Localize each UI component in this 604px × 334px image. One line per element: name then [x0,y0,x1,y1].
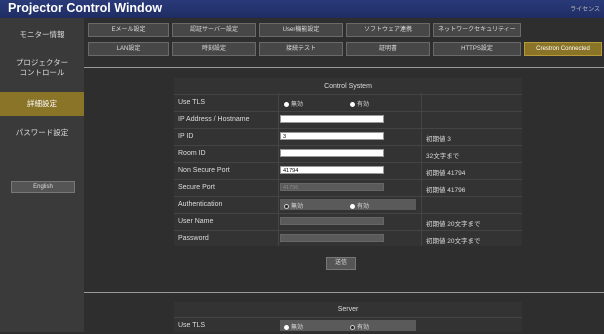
radio-dot-icon [284,325,289,330]
room-id-note: 32文字まで [426,153,460,160]
radio-label: 無効 [291,102,304,108]
tab-lan[interactable]: LAN設定 [88,42,169,56]
non-secure-port-label: Non Secure Port [178,167,230,174]
sidebar-item-password-settings[interactable]: パスワード設定 [0,128,84,138]
non-secure-port-row: Non Secure Port 41794 初期値 41794 [174,162,522,179]
user-name-note: 初期値 20文字まで [426,221,481,228]
server-use-tls-on-radio[interactable]: 有効 [350,322,369,331]
tab-connection-test[interactable]: 接続テスト [259,42,343,56]
secure-port-input: 41796 [280,183,384,191]
tab-certificate[interactable]: 証明書 [346,42,430,56]
radio-label: 有効 [357,102,370,108]
server-use-tls-radio-group: 無効 有効 [280,320,416,331]
ip-id-label: IP ID [178,133,194,140]
window-title: Projector Control Window [8,1,163,15]
radio-dot-icon [350,102,355,107]
use-tls-label: Use TLS [178,99,206,106]
password-row: Password 初期値 20文字まで [174,230,522,247]
room-id-row: Room ID 32文字まで [174,145,522,162]
room-id-input[interactable] [280,149,384,157]
password-label: Password [178,235,209,242]
tab-time[interactable]: 時刻設定 [172,42,256,56]
ip-id-input[interactable]: 3 [280,132,384,140]
sidebar-item-monitor-info[interactable]: モニター情報 [0,30,84,40]
tab-auth-server[interactable]: 認証サーバー設定 [172,23,256,37]
authentication-on-radio[interactable]: 有効 [350,201,369,210]
room-id-label: Room ID [178,150,206,157]
license-link[interactable]: ライセンス [570,4,600,13]
server-use-tls-label: Use TLS [178,322,206,329]
non-secure-port-note: 初期値 41794 [426,170,466,177]
ip-address-label: IP Address / Hostname [178,116,250,123]
tab-software-link[interactable]: ソフトウェア連携 [346,23,430,37]
radio-label: 有効 [357,325,370,331]
secure-port-row: Secure Port 41796 初期値 41796 [174,179,522,196]
authentication-off-radio[interactable]: 無効 [284,201,303,210]
sidebar-item-projector-control[interactable]: プロジェクター コントロール [0,58,84,78]
user-name-label: User Name [178,218,214,225]
radio-label: 無効 [291,204,304,210]
control-system-title: Control System [324,83,372,90]
settings-tabs: Eメール設定 認証サーバー設定 User機能設定 ソフトウェア連携 ネットワーク… [84,18,604,60]
tab-email[interactable]: Eメール設定 [88,23,169,37]
sidebar-item-advanced-settings[interactable]: 詳細設定 [0,92,84,116]
section-divider [84,292,604,293]
title-bar: Projector Control Window ライセンス [0,0,604,18]
section-divider [84,67,604,68]
server-title: Server [337,306,359,313]
ip-address-input[interactable] [280,115,384,123]
password-note: 初期値 20文字まで [426,238,481,245]
tab-https[interactable]: HTTPS設定 [433,42,521,56]
tab-crestron-connected[interactable]: Crestron Connected [524,42,602,56]
ip-id-row: IP ID 3 初期値 3 [174,128,522,145]
password-input [280,234,384,242]
secure-port-label: Secure Port [178,184,215,191]
server-use-tls-off-radio[interactable]: 無効 [284,322,303,331]
secure-port-note: 初期値 41796 [426,187,466,194]
radio-dot-icon [284,204,289,209]
authentication-row: Authentication 無効 有効 [174,196,522,213]
use-tls-off-radio[interactable]: 無効 [284,99,303,108]
use-tls-radio-group: 無効 有効 [280,97,416,108]
authentication-radio-group: 無効 有効 [280,199,416,210]
authentication-label: Authentication [178,201,223,208]
server-use-tls-row: Use TLS 無効 有効 [174,317,522,334]
use-tls-on-radio[interactable]: 有効 [350,99,369,108]
submit-button[interactable]: 送信 [326,257,356,270]
radio-dot-icon [284,102,289,107]
radio-dot-icon [350,204,355,209]
radio-dot-icon [350,325,355,330]
radio-label: 無効 [291,325,304,331]
ip-id-note: 初期値 3 [426,136,451,143]
use-tls-row: Use TLS 無効 有効 [174,94,522,111]
user-name-input [280,217,384,225]
user-name-row: User Name 初期値 20文字まで [174,213,522,230]
ip-address-row: IP Address / Hostname [174,111,522,128]
tab-user-function[interactable]: User機能設定 [259,23,343,37]
non-secure-port-input[interactable]: 41794 [280,166,384,174]
tab-network-security[interactable]: ネットワークセキュリティー [433,23,521,37]
sidebar: モニター情報 プロジェクター コントロール 詳細設定 パスワード設定 Engli… [0,18,84,332]
language-button[interactable]: English [11,181,75,193]
radio-label: 有効 [357,204,370,210]
